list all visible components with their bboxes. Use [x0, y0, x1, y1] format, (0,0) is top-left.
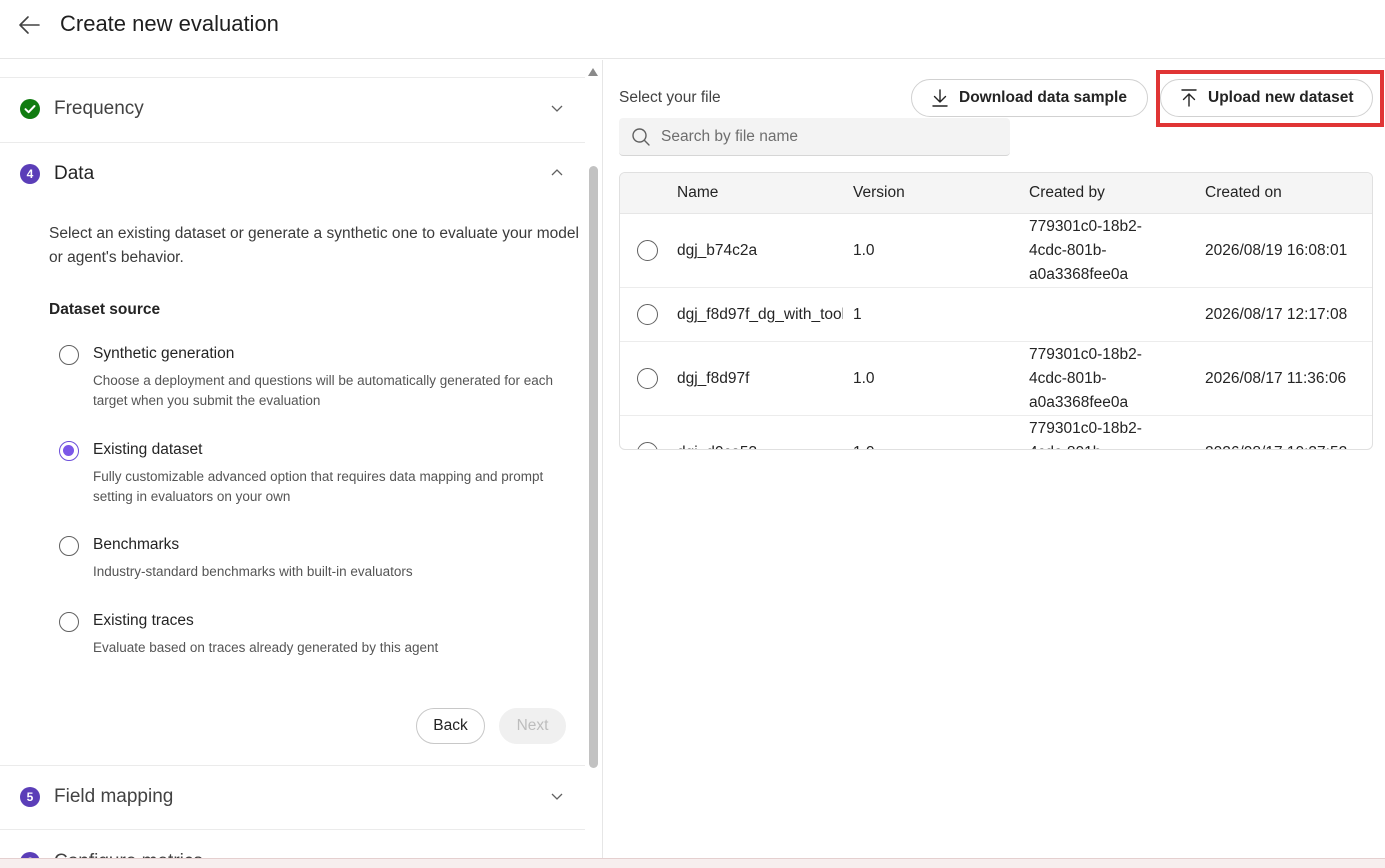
cell-version: 1.0: [853, 242, 875, 259]
option-existing-traces[interactable]: Existing traces Evaluate based on traces…: [58, 610, 583, 660]
checkmark-circle-icon: [20, 99, 40, 119]
page-header: Create new evaluation: [0, 0, 1385, 59]
cell-created-by: 779301c0-18b2-4cdc-801b-a0a3368fee0a: [1029, 218, 1142, 283]
step-label: Data: [54, 163, 95, 184]
radio-button[interactable]: [59, 536, 79, 556]
cell-created-on: 2026/08/17 11:36:06: [1205, 370, 1347, 387]
divider: [0, 142, 585, 143]
cell-version: 1.0: [853, 370, 875, 387]
cell-created-on: 2026/08/17 10:37:52: [1205, 441, 1347, 449]
step-number-badge: 5: [20, 787, 40, 807]
cell-name: dgj_b74c2a: [677, 242, 758, 259]
bottom-edge-bar: [0, 858, 1385, 868]
row-radio-button[interactable]: [637, 304, 658, 325]
radio-button[interactable]: [59, 612, 79, 632]
step-label: Frequency: [54, 98, 144, 119]
cell-name: dgj_f8d97f: [677, 370, 750, 387]
step-data[interactable]: 4 Data: [0, 154, 585, 194]
option-title: Existing dataset: [93, 441, 203, 458]
row-radio-button[interactable]: [637, 442, 658, 449]
divider: [0, 77, 585, 78]
scrollbar-thumb[interactable]: [589, 166, 598, 768]
option-description: Industry-standard benchmarks with built-…: [93, 564, 413, 579]
back-button[interactable]: Back: [416, 708, 485, 744]
option-description: Choose a deployment and questions will b…: [93, 373, 554, 408]
cell-created-on: 2026/08/19 16:08:01: [1205, 242, 1348, 259]
cell-version: 1.0: [853, 441, 875, 449]
table-header: Name Version Created by Created on: [620, 173, 1372, 214]
wizard-steps-panel: Frequency 4 Data Select an existing data…: [0, 60, 603, 860]
radio-button[interactable]: [59, 345, 79, 365]
step-field-mapping[interactable]: 5 Field mapping: [0, 777, 585, 817]
page-title: Create new evaluation: [60, 11, 279, 36]
search-box[interactable]: [619, 118, 1010, 156]
divider: [0, 829, 585, 830]
column-header-name[interactable]: Name: [677, 184, 718, 202]
select-file-label: Select your file: [619, 89, 721, 106]
cell-name: dgj_d0ca53: [677, 441, 842, 449]
dataset-table: Name Version Created by Created on dgj_b…: [619, 172, 1373, 450]
back-arrow-icon[interactable]: [17, 12, 43, 38]
step-frequency[interactable]: Frequency: [0, 89, 585, 129]
option-synthetic-generation[interactable]: Synthetic generation Choose a deployment…: [58, 343, 583, 413]
search-icon: [632, 128, 650, 146]
column-header-version[interactable]: Version: [853, 184, 905, 202]
upload-new-dataset-button[interactable]: Upload new dataset: [1160, 79, 1373, 117]
chevron-down-icon: [551, 793, 563, 800]
radio-button-selected[interactable]: [59, 441, 79, 461]
dataset-source-title: Dataset source: [49, 301, 161, 318]
row-radio-button[interactable]: [637, 368, 658, 389]
step-number-badge: 4: [20, 164, 40, 184]
table-row[interactable]: dgj_f8d97f 1.0 779301c0-18b2-4cdc-801b-a…: [620, 342, 1372, 416]
option-description: Evaluate based on traces already generat…: [93, 640, 439, 655]
download-icon: [932, 89, 948, 107]
cell-name: dgj_f8d97f_dg_with_tools: [677, 306, 843, 323]
table-row[interactable]: dgj_f8d97f_dg_with_tools 1 2026/08/17 12…: [620, 288, 1372, 342]
file-selection-panel: Select your file Download data sample Up…: [604, 60, 1385, 858]
search-input[interactable]: [661, 118, 1001, 156]
download-data-sample-button[interactable]: Download data sample: [911, 79, 1148, 117]
option-description: Fully customizable advanced option that …: [93, 469, 544, 504]
cell-created-on: 2026/08/17 12:17:08: [1205, 306, 1348, 323]
option-title: Existing traces: [93, 612, 194, 629]
button-label: Upload new dataset: [1208, 89, 1354, 106]
cell-version: 1: [853, 306, 862, 323]
option-benchmarks[interactable]: Benchmarks Industry-standard benchmarks …: [58, 534, 583, 584]
chevron-down-icon: [551, 105, 563, 112]
button-label: Download data sample: [959, 89, 1127, 106]
column-header-created-by[interactable]: Created by: [1029, 184, 1105, 202]
table-row[interactable]: dgj_b74c2a 1.0 779301c0-18b2-4cdc-801b-a…: [620, 214, 1372, 288]
option-title: Benchmarks: [93, 536, 180, 553]
cell-created-by: 779301c0-18b2-4cdc-801b-a0a3368fee0a: [1029, 346, 1142, 411]
step-label: Field mapping: [54, 786, 174, 807]
divider: [0, 765, 585, 766]
row-radio-button[interactable]: [637, 240, 658, 261]
next-button[interactable]: Next: [499, 708, 566, 744]
scroll-up-arrow-icon[interactable]: [588, 68, 598, 76]
cell-created-by: 779301c0-18b2-4cdc-801b-a0a3368fee0a: [1029, 420, 1142, 449]
option-title: Synthetic generation: [93, 345, 235, 362]
option-existing-dataset[interactable]: Existing dataset Fully customizable adva…: [58, 439, 583, 509]
table-row[interactable]: dgj_d0ca53 1.0 779301c0-18b2-4cdc-801b-a…: [620, 416, 1372, 449]
data-description: Select an existing dataset or generate a…: [49, 225, 579, 266]
upload-icon: [1181, 89, 1197, 107]
column-header-created-on[interactable]: Created on: [1205, 184, 1282, 202]
chevron-up-icon: [551, 169, 563, 176]
